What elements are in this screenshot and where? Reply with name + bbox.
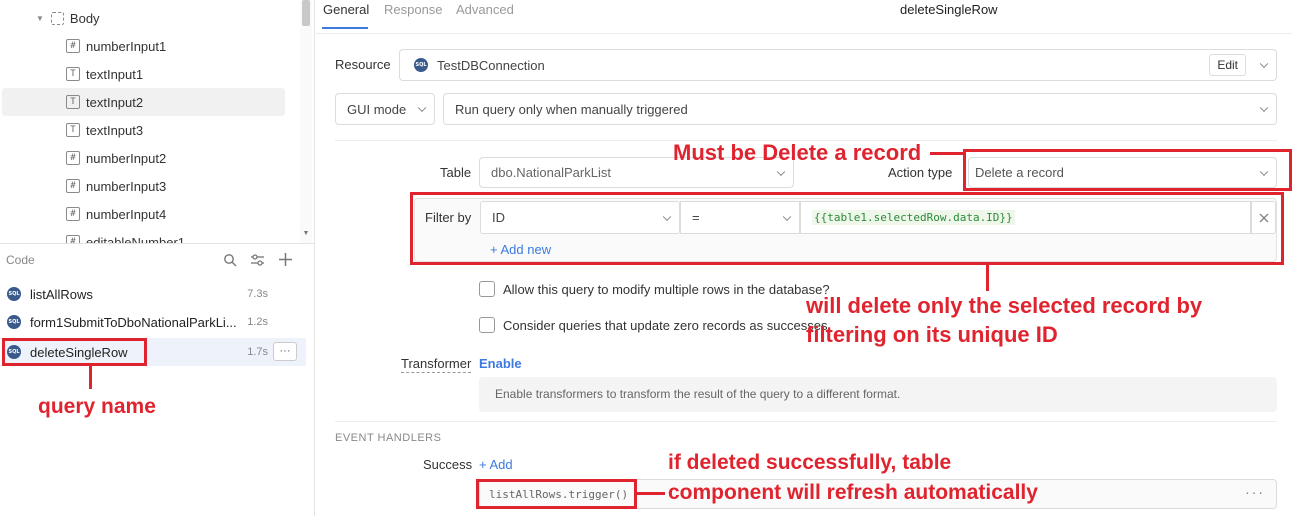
frame-icon [50,11,64,25]
query-editor: General Response Advanced deleteSingleRo… [316,0,1292,516]
chevron-down-icon [1259,59,1269,69]
resource-label: Resource [335,57,391,72]
annotation-box-query [2,338,147,366]
number-icon: # [66,235,80,243]
mode-select[interactable]: GUI mode [335,93,435,125]
query-name: listAllRows [30,286,93,302]
text-icon: T [66,67,80,81]
mode-value: GUI mode [347,101,407,117]
add-icon[interactable] [278,252,293,267]
chevron-down-icon [776,167,786,176]
number-icon: # [66,207,80,221]
more-options-icon[interactable]: ··· [1244,487,1264,500]
transformer-hint: Enable transformers to transform the res… [479,377,1277,412]
text-icon: T [66,123,80,137]
query-time: 1.2s [247,316,268,328]
tree-body[interactable]: ▼ Body [36,4,286,32]
tree-item-label: textInput2 [86,94,144,110]
tree-item[interactable]: T textInput2 [2,88,285,116]
chevron-down-icon [1259,103,1269,113]
sql-icon: SQL [7,287,21,301]
component-tree: ▼ Body # numberInput1 T textInput1 T tex… [0,0,315,244]
scroll-down-icon[interactable]: ▼ [301,230,311,240]
left-panel: ▼ Body # numberInput1 T textInput1 T tex… [0,0,315,516]
transformer-enable-link[interactable]: Enable [479,356,522,371]
event-handlers-header: EVENT HANDLERS [335,432,442,444]
tree-scrollbar[interactable]: ▼ [300,0,312,243]
number-icon: # [66,39,80,53]
search-icon[interactable] [223,253,237,267]
tree-item-label: numberInput2 [86,150,167,166]
annotation-action-type: Must be Delete a record [673,140,922,165]
tree-item[interactable]: T textInput3 [2,116,285,144]
annotation-query-name: query name [38,395,156,418]
zero-records-success-checkbox[interactable] [479,317,495,333]
tree-item[interactable]: # numberInput1 [2,32,285,60]
annotation-filter-line1: will delete only the selected record by [806,293,1203,318]
annotation-success-line1: if deleted successfully, table [668,451,952,474]
query-item-listAllRows[interactable]: SQL listAllRows 7.3s [2,280,306,308]
tree-item-label: numberInput1 [86,38,167,54]
edit-resource-button[interactable]: Edit [1209,54,1246,76]
divider [316,33,1292,34]
annotation-line-query [89,366,92,389]
sql-icon: SQL [414,58,428,72]
query-time: 1.7s [247,346,268,358]
tab-advanced[interactable]: Advanced [456,2,514,17]
transformer-label: Transformer [401,356,472,373]
chevron-down-icon[interactable]: ▼ [36,14,44,23]
tree-body-label: Body [69,10,100,26]
number-icon: # [66,151,80,165]
add-success-handler-link[interactable]: + Add [479,457,513,472]
tree-item[interactable]: # numberInput4 [2,200,285,228]
annotation-line-success [637,492,665,495]
query-item-form1Submit[interactable]: SQL form1SubmitToDboNationalParkLi... 1.… [2,308,306,336]
tree-item[interactable]: # numberInput3 [2,172,285,200]
chevron-down-icon [417,103,427,113]
tree-item-label: textInput3 [86,122,144,138]
annotation-success-line2: component will refresh automatically [668,481,1038,504]
tree-item[interactable]: # numberInput2 [2,144,285,172]
annotation-line-action [930,152,964,155]
annotation-box-success [476,479,637,509]
tree-item-label: numberInput3 [86,178,167,194]
annotation-filter-line2: filtering on its unique ID [806,322,1058,347]
code-header-label: Code [6,253,35,267]
table-value: dbo.NationalParkList [491,165,611,180]
zero-records-success-label: Consider queries that update zero record… [503,318,828,333]
scroll-thumb[interactable] [302,0,310,26]
annotation-box-filter [410,192,1284,265]
annotation-box-action [963,149,1292,191]
tab-underline [322,27,368,29]
code-header: Code [0,246,315,276]
query-name: form1SubmitToDboNationalParkLi... [30,314,237,330]
trigger-select[interactable]: Run query only when manually triggered [443,93,1277,125]
resource-value: TestDBConnection [437,57,545,73]
tree-item-label: textInput1 [86,66,144,82]
sql-icon: SQL [7,315,21,329]
number-icon: # [66,179,80,193]
tab-response[interactable]: Response [384,2,443,17]
annotation-line-filter [986,265,989,291]
more-options-button[interactable]: ··· [273,342,297,361]
tree-item-label: editableNumber1 [86,234,186,244]
resource-select[interactable]: SQL TestDBConnection Edit [399,49,1277,81]
filter-settings-icon[interactable] [250,253,265,267]
allow-multiple-rows-checkbox[interactable] [479,281,495,297]
trigger-value: Run query only when manually triggered [455,101,688,117]
query-time: 7.3s [247,288,268,300]
table-label: Table [440,165,472,180]
allow-multiple-rows-label: Allow this query to modify multiple rows… [503,282,830,297]
text-icon: T [66,95,80,109]
tree-item[interactable]: # editableNumber1 [2,228,285,244]
tree-item[interactable]: T textInput1 [2,60,285,88]
success-label: Success [423,457,473,472]
tab-general[interactable]: General [323,2,369,17]
query-title: deleteSingleRow [900,2,998,17]
tree-item-label: numberInput4 [86,206,167,222]
divider [335,421,1277,422]
